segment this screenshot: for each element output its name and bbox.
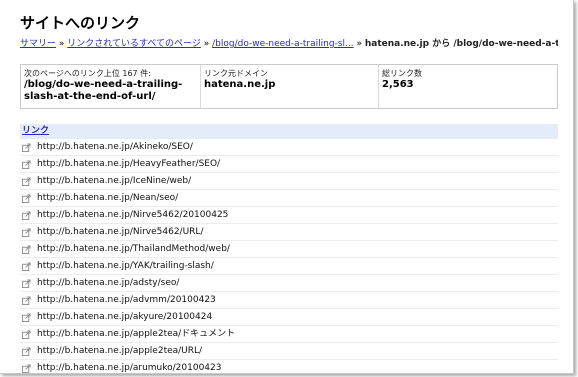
link-row[interactable]: http://b.hatena.ne.jp/Nean/seo/: [20, 190, 558, 207]
link-url: http://b.hatena.ne.jp/advmm/20100423: [37, 295, 216, 305]
links-column-header: リンク: [20, 124, 558, 139]
link-list: http://b.hatena.ne.jp/Akineko/SEO/http:/…: [20, 139, 558, 373]
link-url: http://b.hatena.ne.jp/Nirve5462/URL/: [37, 227, 204, 237]
external-link-icon[interactable]: [22, 363, 31, 373]
link-row[interactable]: http://b.hatena.ne.jp/Nirve5462/URL/: [20, 224, 558, 241]
summary-target-cell: 次のページへのリンク上位 167 件: /blog/do-we-need-a-t…: [21, 65, 201, 108]
summary-total-value: 2,563: [382, 79, 414, 90]
link-url: http://b.hatena.ne.jp/apple2tea/ドキュメント: [37, 329, 236, 339]
link-row[interactable]: http://b.hatena.ne.jp/advmm/20100423: [20, 292, 558, 309]
breadcrumb-separator: »: [356, 39, 362, 49]
link-url: http://b.hatena.ne.jp/apple2tea/URL/: [37, 346, 203, 356]
breadcrumb: サマリー » リンクされているすべてのページ » /blog/do-we-nee…: [20, 37, 558, 51]
link-url: http://b.hatena.ne.jp/YAK/trailing-slash…: [37, 261, 214, 271]
external-link-icon[interactable]: [22, 278, 31, 288]
summary-target-value: /blog/do-we-need-a-trailing-slash-at-the…: [24, 79, 183, 102]
external-link-icon[interactable]: [22, 159, 31, 169]
breadcrumb-separator: »: [203, 39, 210, 49]
external-link-icon[interactable]: [22, 244, 31, 254]
link-row[interactable]: http://b.hatena.ne.jp/adsty/seo/: [20, 275, 558, 292]
link-row[interactable]: http://b.hatena.ne.jp/ThailandMethod/web…: [20, 241, 558, 258]
breadcrumb-target-page-link[interactable]: /blog/do-we-need-a-trailing-sl...: [212, 39, 353, 49]
breadcrumb-current: hatena.ne.jp から /blog/do-we-need-a-trail…: [364, 39, 558, 49]
external-link-icon[interactable]: [22, 210, 31, 220]
summary-table: 次のページへのリンク上位 167 件: /blog/do-we-need-a-t…: [20, 64, 558, 109]
link-row[interactable]: http://b.hatena.ne.jp/YAK/trailing-slash…: [20, 258, 558, 275]
links-sort-link[interactable]: リンク: [22, 126, 49, 136]
external-link-icon[interactable]: [22, 312, 31, 322]
summary-domain-value: hatena.ne.jp: [204, 79, 276, 90]
summary-domain-label: リンク元ドメイン: [204, 69, 268, 78]
link-row[interactable]: http://b.hatena.ne.jp/Akineko/SEO/: [20, 139, 558, 156]
summary-total-label: 総リンク数: [382, 69, 422, 78]
breadcrumb-summary-link[interactable]: サマリー: [20, 39, 56, 49]
link-row[interactable]: http://b.hatena.ne.jp/apple2tea/URL/: [20, 343, 558, 360]
external-link-icon[interactable]: [22, 261, 31, 271]
link-url: http://b.hatena.ne.jp/akyure/20100424: [37, 312, 213, 322]
link-row[interactable]: http://b.hatena.ne.jp/akyure/20100424: [20, 309, 558, 326]
external-link-icon[interactable]: [22, 227, 31, 237]
link-row[interactable]: http://b.hatena.ne.jp/apple2tea/ドキュメント: [20, 326, 558, 343]
summary-domain-cell: リンク元ドメイン hatena.ne.jp: [201, 65, 379, 108]
main-content: サイトへのリンク サマリー » リンクされているすべてのページ » /blog/…: [20, 12, 558, 373]
link-row[interactable]: http://b.hatena.ne.jp/IceNine/web/: [20, 173, 558, 190]
link-row[interactable]: http://b.hatena.ne.jp/HeavyFeather/SEO/: [20, 156, 558, 173]
external-link-icon[interactable]: [22, 295, 31, 305]
link-url: http://b.hatena.ne.jp/Akineko/SEO/: [37, 142, 193, 152]
link-url: http://b.hatena.ne.jp/Nirve5462/20100425: [37, 210, 229, 220]
page-frame: サイトへのリンク サマリー » リンクされているすべてのページ » /blog/…: [0, 0, 574, 374]
link-url: http://b.hatena.ne.jp/Nean/seo/: [37, 193, 179, 203]
link-url: http://b.hatena.ne.jp/IceNine/web/: [37, 176, 192, 186]
external-link-icon[interactable]: [22, 193, 31, 203]
page-title: サイトへのリンク: [20, 14, 141, 32]
breadcrumb-all-linked-pages-link[interactable]: リンクされているすべてのページ: [67, 39, 201, 49]
external-link-icon[interactable]: [22, 329, 31, 339]
external-link-icon[interactable]: [22, 346, 31, 356]
external-link-icon[interactable]: [22, 142, 31, 152]
summary-target-label: 次のページへのリンク上位 167 件:: [24, 69, 151, 78]
link-url: http://b.hatena.ne.jp/arumuko/20100423: [37, 363, 222, 373]
external-link-icon[interactable]: [22, 176, 31, 186]
summary-total-cell: 総リンク数 2,563: [379, 65, 557, 108]
breadcrumb-separator: »: [58, 39, 65, 49]
link-url: http://b.hatena.ne.jp/ThailandMethod/web…: [37, 244, 230, 254]
link-row[interactable]: http://b.hatena.ne.jp/arumuko/20100423: [20, 360, 558, 373]
link-url: http://b.hatena.ne.jp/adsty/seo/: [37, 278, 180, 288]
link-url: http://b.hatena.ne.jp/HeavyFeather/SEO/: [37, 159, 221, 169]
link-row[interactable]: http://b.hatena.ne.jp/Nirve5462/20100425: [20, 207, 558, 224]
